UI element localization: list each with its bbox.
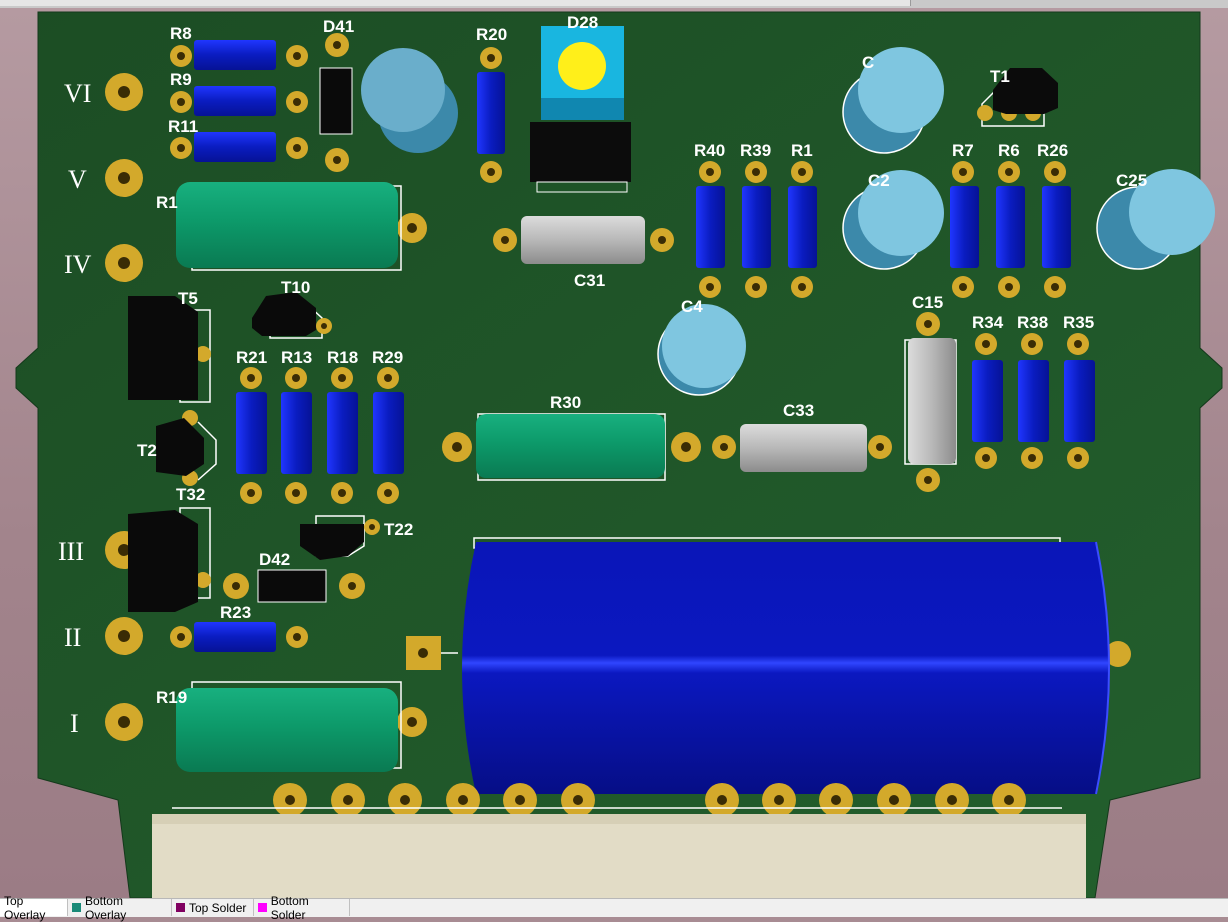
connector-label-i: I [70,709,79,738]
connector-label-vi: VI [64,79,91,108]
designator-t1: T1 [990,67,1010,86]
edge-connector-housing[interactable] [152,814,1086,898]
designator-c15: C15 [912,293,943,312]
designator-r8: R8 [170,24,192,43]
pcb-3d-viewport[interactable]: VI V IV III II I R8 R9 R11 D41 R20 D28 R… [0,8,1228,898]
tab-bottom-overlay[interactable]: Bottom Overlay [68,894,172,922]
tab-bottom-overlay-label: Bottom Overlay [84,893,127,922]
tab-bottom-solder-label: Bottom Solder [270,893,309,922]
designator-t2: T2 [137,441,157,460]
tab-top-overlay[interactable]: Top Overlay [0,894,68,922]
scrollbar-thumb[interactable] [640,0,911,6]
designator-c33: C33 [783,401,814,420]
designator-r21: R21 [236,348,267,367]
designator-r6: R6 [998,141,1020,160]
designator-r1-left: R1 [156,193,178,212]
designator-d28: D28 [567,13,598,32]
tab-top-overlay-label: Top Overlay [4,893,46,922]
tab-top-solder[interactable]: Top Solder [172,899,254,916]
designator-r40: R40 [694,141,725,160]
designator-c31: C31 [574,271,605,290]
connector-label-iii: III [58,537,84,566]
scrollbar-track[interactable] [0,0,641,6]
designator-r29: R29 [372,348,403,367]
bottom-solder-swatch-icon [258,903,267,912]
designator-t10: T10 [281,278,310,297]
designator-r11: R11 [168,117,198,136]
connector-label-ii: II [64,623,81,652]
designator-r34: R34 [972,313,1004,332]
designator-r35: R35 [1063,313,1094,332]
connector-label-iv: IV [64,250,92,279]
designator-r39: R39 [740,141,771,160]
large-electrolytic-capacitor[interactable] [406,537,1131,795]
designator-c-top: C [862,53,874,72]
tab-top-solder-label: Top Solder [189,900,247,915]
connector-label-v: V [68,165,87,194]
bottom-overlay-swatch-icon [72,903,81,912]
top-solder-swatch-icon [176,903,185,912]
designator-r23: R23 [220,603,251,622]
film-resistor-r30[interactable] [442,413,701,481]
pcb-board-view[interactable]: VI V IV III II I R8 R9 R11 D41 R20 D28 R… [0,8,1228,898]
designator-c4: C4 [681,297,703,316]
film-resistor-r1-left[interactable] [176,182,427,271]
designator-r38: R38 [1017,313,1048,332]
designator-r20: R20 [476,25,507,44]
designator-r1: R1 [791,141,813,160]
designator-t32: T32 [176,485,205,504]
led-d28[interactable] [530,26,631,193]
designator-r9: R9 [170,70,192,89]
designator-r19: R19 [156,688,187,707]
designator-d42: D42 [259,550,290,569]
designator-c2: C2 [868,171,890,190]
layer-tab-bar: Top Overlay Bottom Overlay Top Solder Bo… [0,894,1228,922]
film-resistor-r19[interactable] [176,681,427,772]
tab-bottom-solder[interactable]: Bottom Solder [254,894,350,922]
designator-r26: R26 [1037,141,1068,160]
designator-t5: T5 [178,289,198,308]
designator-r13: R13 [281,348,312,367]
designator-r7: R7 [952,141,974,160]
designator-c25: C25 [1116,171,1147,190]
designator-d41: D41 [323,17,354,36]
designator-r18: R18 [327,348,358,367]
designator-t22: T22 [384,520,413,539]
designator-r30: R30 [550,393,581,412]
